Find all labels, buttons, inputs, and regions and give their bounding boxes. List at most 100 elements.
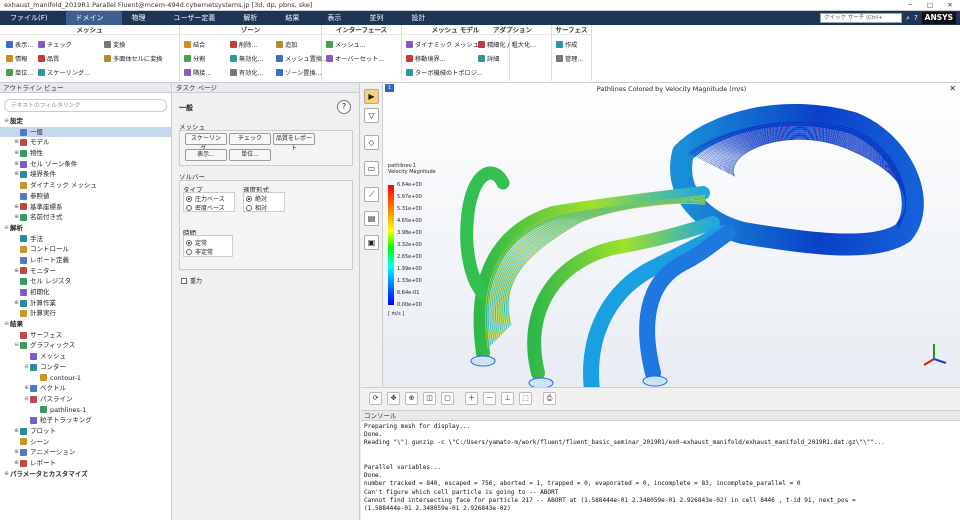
tree-item[interactable]: ⊕ 名前付き式 [0,212,171,223]
outline-filter-input[interactable]: テキストのフィルタリング [4,99,167,112]
tree-item[interactable]: ⊕ モデル [0,137,171,148]
ribbon-button[interactable]: 精細化 / 粗大化... [478,40,536,49]
play-icon[interactable]: ▶ [364,89,379,104]
ribbon-button[interactable]: ダイナミック メッシュ... [406,40,485,49]
absolute-radio[interactable]: 絶対 [246,194,267,203]
expand-toggle-icon[interactable]: ⊕ [13,159,20,170]
ribbon-button[interactable]: スケーリング... [38,68,90,77]
ribbon-button[interactable]: 隣接... [184,68,211,77]
scaling-button[interactable]: スケーリング... [185,133,227,152]
isometric-icon[interactable]: ⬚ [519,392,532,405]
save-picture-icon[interactable]: ⎙ [543,392,556,405]
transient-radio[interactable]: 非定常 [186,247,213,256]
steady-radio[interactable]: 定常 [186,238,207,247]
tree-item[interactable]: セル レジスタ [0,276,171,287]
tree-item[interactable]: ⊖ パスライン [0,394,171,405]
ribbon-button[interactable]: ターボ機械のトポロジ... [406,68,483,77]
expand-toggle-icon[interactable]: ⊕ [13,148,20,159]
menu-item-1[interactable]: ドメイン [65,11,122,25]
tree-item[interactable]: ⊖ 結果 [0,319,171,330]
tree-item[interactable]: ⊕ 計算作業 [0,298,171,309]
pan-icon[interactable]: ✥ [387,392,400,405]
menu-item-5[interactable]: 結果 [275,11,317,25]
ribbon-button[interactable]: ゾーン置換... [276,68,322,77]
tree-item[interactable]: pathlines-1 [0,405,171,416]
ribbon-button[interactable]: 移動境界... [406,54,446,63]
ribbon-button[interactable]: 有効化... [230,68,263,77]
tree-item[interactable]: ⊕ セル ゾーン条件 [0,159,171,170]
tree-item[interactable]: ⊕ ベクトル [0,383,171,394]
report-quality-button[interactable]: 品質をレポート [273,133,315,152]
tree-item[interactable]: ⊖ コンター [0,362,171,373]
ribbon-button[interactable]: 情報 [6,54,27,63]
menu-item-0[interactable]: ファイル(F) [0,11,66,25]
gravity-checkbox[interactable]: 重力 [181,276,202,285]
tree-item[interactable]: ⊕ モニター [0,266,171,277]
expand-toggle-icon[interactable]: ⊖ [3,319,10,330]
fit-icon[interactable]: ▢ [441,392,454,405]
menu-item-4[interactable]: 解析 [233,11,275,25]
relative-radio[interactable]: 相対 [246,203,267,212]
tree-item[interactable]: コントロール [0,244,171,255]
expand-toggle-icon[interactable]: ⊖ [23,394,30,405]
units-button[interactable]: 単位... [229,149,271,161]
ribbon-button[interactable]: 結合 [184,40,205,49]
tree-item[interactable]: ⊖ 設定 [0,116,171,127]
menu-item-7[interactable]: 並列 [359,11,401,25]
tree-item[interactable]: ⊕ パラメータとカスタマイズ [0,469,171,480]
zoom-icon[interactable]: ⊕ [405,392,418,405]
tree-item[interactable]: 初期化 [0,287,171,298]
close-window-icon[interactable]: ✕ [940,0,960,11]
tree-item[interactable]: 計算実行 [0,308,171,319]
graphics-viewport[interactable]: 1 Pathlines Colored by Velocity Magnitud… [383,83,960,407]
tree-item[interactable]: ⊖ グラフィックス [0,340,171,351]
cube-icon[interactable]: ◇ [364,135,379,150]
expand-toggle-icon[interactable]: ⊕ [13,298,20,309]
tree-item[interactable]: contour-1 [0,373,171,384]
ribbon-button[interactable]: 無効化... [230,54,263,63]
ribbon-button[interactable]: 管理... [556,54,583,63]
check-button[interactable]: チェック [229,133,271,145]
ribbon-button[interactable]: メッシュ... [326,40,366,49]
tree-item[interactable]: 一般 [0,126,171,138]
ribbon-button[interactable]: 詳細 [478,54,499,63]
ribbon-button[interactable]: 品質 [38,54,59,63]
display-button[interactable]: 表示... [185,149,227,161]
tree-item[interactable]: 粒子トラッキング [0,415,171,426]
tree-item[interactable]: ⊕ レポート [0,458,171,469]
ribbon-button[interactable]: 作成 [556,40,577,49]
filter-icon[interactable]: ▽ [364,108,379,123]
help-icon[interactable]: ? [914,14,918,22]
menu-item-2[interactable]: 物理 [122,11,164,25]
tree-item[interactable]: ⊕ アニメーション [0,447,171,458]
notebook-icon[interactable]: ▤ [364,211,379,226]
zoom-in-icon[interactable]: ＋ [465,392,478,405]
ribbon-button[interactable]: 表示... [6,40,33,49]
console-panel[interactable]: コンソール Preparing mesh for display... Done… [361,410,960,520]
ribbon-button[interactable]: オーバーセット... [326,54,384,63]
ribbon-button[interactable]: 変換 [104,40,125,49]
maximize-icon[interactable]: □ [920,0,940,11]
expand-toggle-icon[interactable]: ⊕ [13,202,20,213]
tree-item[interactable]: シーン [0,437,171,448]
tree-item[interactable]: ダイナミック メッシュ [0,180,171,191]
zoom-box-icon[interactable]: ◫ [423,392,436,405]
expand-toggle-icon[interactable]: ⊕ [13,458,20,469]
expand-toggle-icon[interactable]: ⊕ [23,383,30,394]
expand-toggle-icon[interactable]: ⊕ [13,447,20,458]
density-based-radio[interactable]: 密度ベース [186,203,225,212]
tree-item[interactable]: レポート定義 [0,255,171,266]
tree-item[interactable]: ⊕ 基準座標系 [0,202,171,213]
tree-item[interactable]: ⊖ 解析 [0,223,171,234]
tree-item[interactable]: 手法 [0,234,171,245]
expand-toggle-icon[interactable]: ⊖ [3,223,10,234]
menu-item-3[interactable]: ユーザー定義 [164,11,234,25]
ribbon-button[interactable]: 単位... [6,68,33,77]
chart-icon[interactable]: ⟋ [364,187,379,202]
expand-toggle-icon[interactable]: ⊖ [3,116,10,127]
ribbon-button[interactable]: メッシュ置換... [276,54,328,63]
quick-search-input[interactable]: クイック サーチ (Ctrl+ [820,13,903,23]
menu-item-6[interactable]: 表示 [317,11,359,25]
expand-toggle-icon[interactable]: ⊖ [23,362,30,373]
ribbon-button[interactable]: 分割 [184,54,205,63]
